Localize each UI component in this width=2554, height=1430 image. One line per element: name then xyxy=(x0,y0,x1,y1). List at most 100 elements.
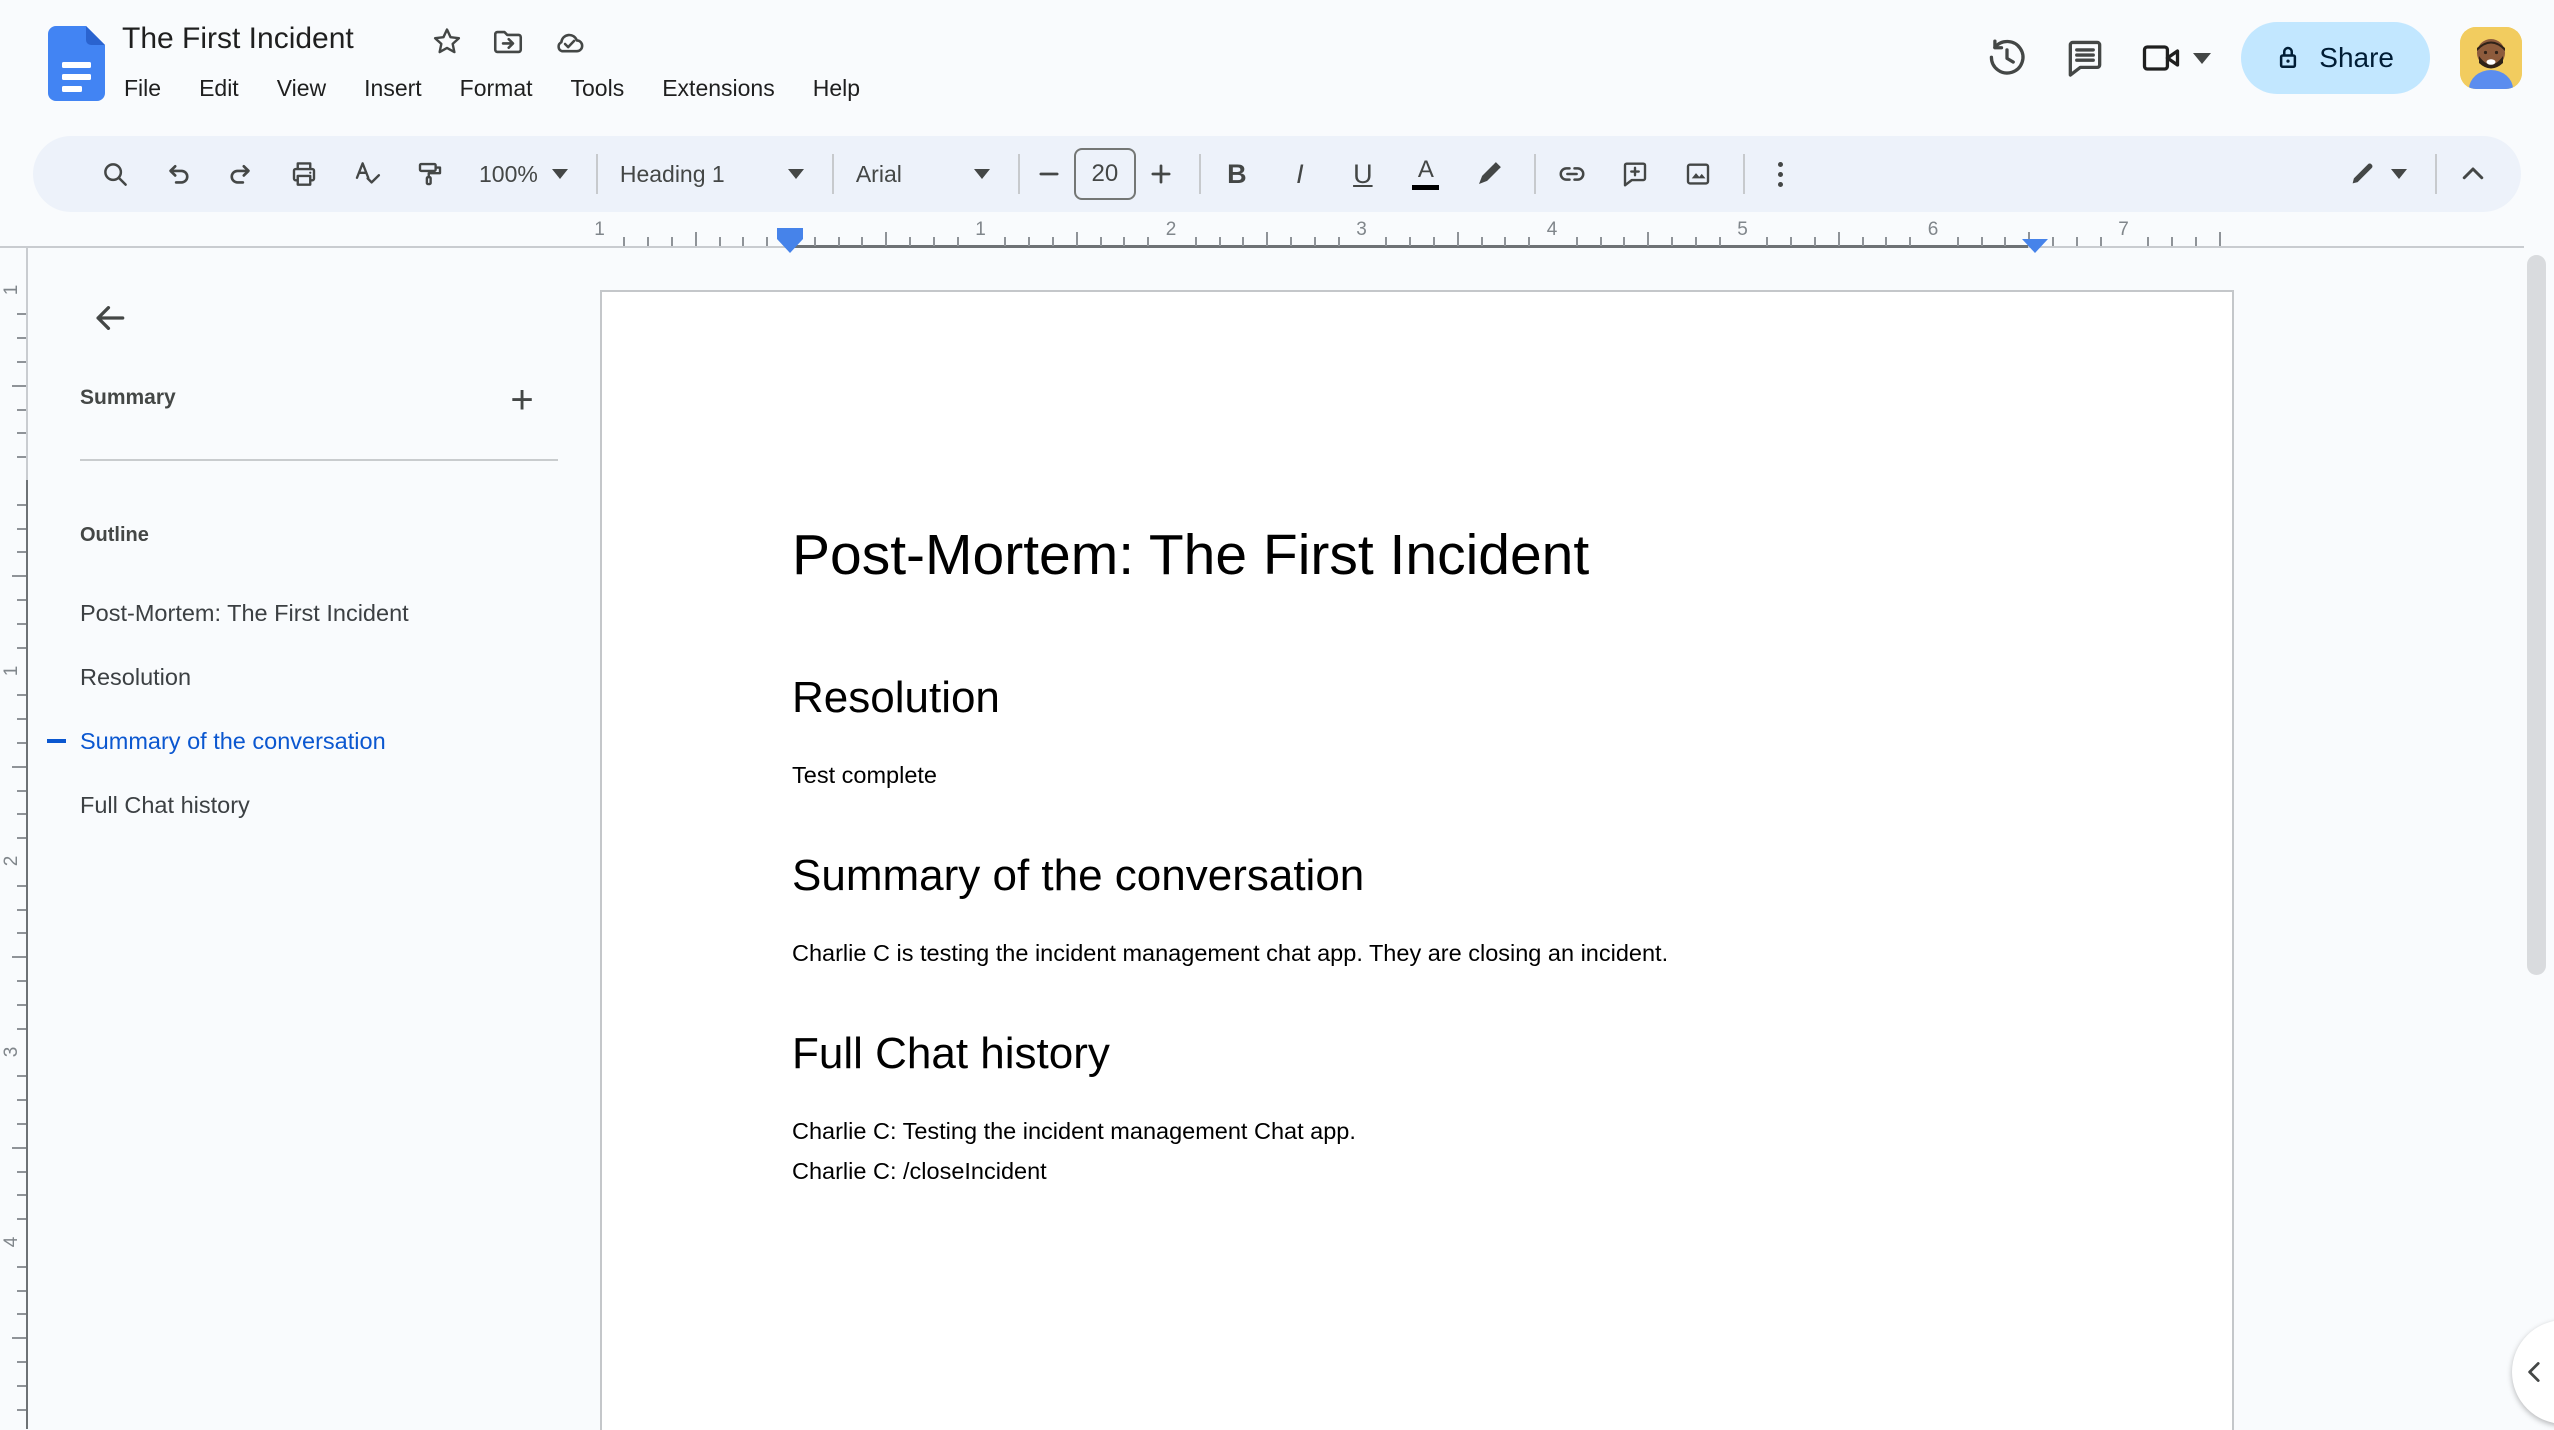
ruler-tick xyxy=(17,360,26,363)
ruler-tick xyxy=(1599,237,1602,246)
ruler-tick xyxy=(1813,237,1816,246)
insert-image-button[interactable] xyxy=(1676,146,1720,202)
menu-insert[interactable]: Insert xyxy=(362,72,424,104)
app-header: The First Incident File Edit View Insert… xyxy=(0,0,2554,132)
version-history-button[interactable] xyxy=(1983,22,2031,94)
ruler-tick xyxy=(1337,237,1340,246)
menu-format[interactable]: Format xyxy=(458,72,535,104)
menu-edit[interactable]: Edit xyxy=(197,72,241,104)
font-size-input[interactable]: 20 xyxy=(1073,148,1136,200)
redo-button[interactable] xyxy=(219,146,263,202)
doc-heading[interactable]: Summary of the conversation xyxy=(792,850,2052,902)
editing-mode-select[interactable] xyxy=(2339,146,2415,202)
ruler-tick xyxy=(17,622,26,625)
image-icon xyxy=(1686,163,1710,185)
style-caret xyxy=(787,169,804,179)
ruler-tick xyxy=(2099,237,2102,246)
ruler-tick xyxy=(17,646,26,649)
outline-item[interactable]: Full Chat history xyxy=(80,773,550,837)
comments-button[interactable] xyxy=(2061,22,2109,94)
vertical-scrollbar[interactable] xyxy=(2527,255,2546,975)
lock-icon xyxy=(2280,46,2297,68)
italic-button[interactable]: I xyxy=(1278,146,1322,202)
document-body[interactable]: Post-Mortem: The First Incident Resoluti… xyxy=(602,292,2232,1191)
right-indent-marker[interactable] xyxy=(2022,239,2048,253)
add-comment-button[interactable] xyxy=(1613,146,1657,202)
summary-section-label: Summary xyxy=(80,386,176,409)
menu-file[interactable]: File xyxy=(122,72,163,104)
star-icon[interactable] xyxy=(430,25,464,59)
ruler-tick xyxy=(1528,237,1531,246)
account-avatar[interactable] xyxy=(2460,27,2522,89)
decrease-font-size-button[interactable] xyxy=(1034,146,1064,202)
insert-link-button[interactable] xyxy=(1550,146,1594,202)
paragraph-style-select[interactable]: Heading 1 xyxy=(612,146,812,202)
ruler-tick xyxy=(956,237,959,246)
add-summary-button[interactable]: + xyxy=(496,374,548,426)
move-folder-icon[interactable] xyxy=(491,25,525,59)
minus-icon xyxy=(1039,172,1059,176)
ruler-number: 3 xyxy=(1,1046,22,1057)
ruler-tick xyxy=(17,527,26,530)
outline-item[interactable]: Post-Mortem: The First Incident xyxy=(80,581,550,645)
ruler-tick xyxy=(2218,232,2221,246)
document-page[interactable]: Post-Mortem: The First Incident Resoluti… xyxy=(600,290,2234,1430)
menu-view[interactable]: View xyxy=(275,72,328,104)
ruler-tick xyxy=(17,980,26,983)
ruler-tick xyxy=(1647,232,1650,246)
undo-button[interactable] xyxy=(156,146,200,202)
google-docs-logo[interactable] xyxy=(48,26,105,101)
share-button[interactable]: Share xyxy=(2241,22,2430,94)
doc-heading-title[interactable]: Post-Mortem: The First Incident xyxy=(792,520,2052,590)
ruler-tick xyxy=(932,237,935,246)
menu-extensions[interactable]: Extensions xyxy=(660,72,777,104)
pencil-icon xyxy=(2352,163,2373,184)
doc-paragraph[interactable]: Charlie C: Testing the incident manageme… xyxy=(792,1111,2052,1151)
font-select[interactable]: Arial xyxy=(848,146,998,202)
menu-help[interactable]: Help xyxy=(811,72,862,104)
increase-font-size-button[interactable] xyxy=(1146,146,1176,202)
horizontal-ruler[interactable]: 1 1 2 3 4 5 6 7 xyxy=(0,218,2554,253)
search-menus-button[interactable] xyxy=(93,146,137,202)
ruler-tick xyxy=(17,789,26,792)
ruler-tick xyxy=(17,1194,26,1197)
meet-dropdown-caret[interactable] xyxy=(2193,52,2212,64)
vertical-ruler[interactable]: 1 1 2 3 4 xyxy=(0,248,30,1429)
left-indent-marker[interactable] xyxy=(777,228,803,253)
doc-paragraph[interactable]: Charlie C is testing the incident manage… xyxy=(792,933,2052,973)
hide-menus-button[interactable] xyxy=(2451,146,2495,202)
toolbar-divider xyxy=(2435,154,2437,194)
ruler-tick xyxy=(17,313,26,316)
doc-section: Full Chat history Charlie C: Testing the… xyxy=(792,1028,2052,1191)
zoom-select[interactable]: 100% xyxy=(471,146,576,202)
paint-format-button[interactable] xyxy=(408,146,452,202)
close-outline-button[interactable] xyxy=(84,292,136,344)
document-title[interactable]: The First Incident xyxy=(122,22,354,56)
first-line-indent-marker[interactable] xyxy=(777,228,803,239)
meet-call-button[interactable] xyxy=(2139,36,2212,80)
spellcheck-button[interactable] xyxy=(345,146,389,202)
menu-tools[interactable]: Tools xyxy=(569,72,627,104)
outline-item[interactable]: Resolution xyxy=(80,645,550,709)
print-button[interactable] xyxy=(282,146,326,202)
collapse-side-panel-button[interactable] xyxy=(2512,1320,2554,1424)
ruler-tick xyxy=(12,575,26,578)
doc-heading[interactable]: Full Chat history xyxy=(792,1028,2052,1080)
cloud-saved-icon[interactable] xyxy=(552,25,586,59)
doc-heading[interactable]: Resolution xyxy=(792,672,2052,724)
ruler-number: 1 xyxy=(1,284,22,295)
format-toolbar: 100% Heading 1 Arial 20 B I U A xyxy=(33,136,2521,212)
ruler-number: 2 xyxy=(1165,219,1177,240)
highlight-color-button[interactable] xyxy=(1467,146,1511,202)
bold-button[interactable]: B xyxy=(1215,146,1259,202)
doc-paragraph[interactable]: Charlie C: /closeIncident xyxy=(792,1151,2052,1191)
ruler-tick xyxy=(17,1265,26,1268)
doc-paragraph[interactable]: Test complete xyxy=(792,755,2052,795)
ruler-tick xyxy=(1051,237,1054,246)
underline-button[interactable]: U xyxy=(1341,146,1385,202)
more-options-button[interactable] xyxy=(1759,146,1803,202)
ruler-tick xyxy=(1432,237,1435,246)
chevron-left-icon xyxy=(2528,1362,2540,1382)
text-color-button[interactable]: A xyxy=(1404,146,1448,202)
outline-item[interactable]: Summary of the conversation xyxy=(47,709,550,773)
